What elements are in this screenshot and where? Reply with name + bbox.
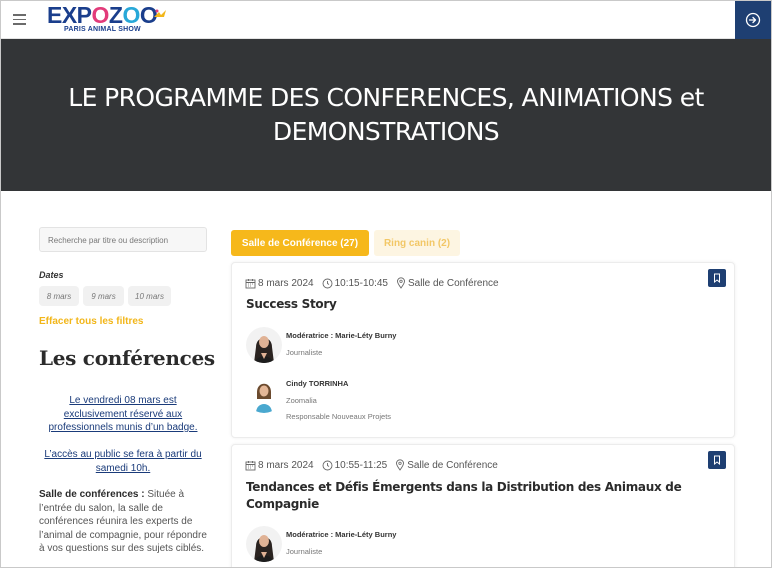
hamburger-icon[interactable]: [13, 14, 26, 25]
speaker-avatar: [246, 327, 282, 363]
calendar-icon: [245, 278, 256, 289]
date-filter-10-mars[interactable]: 10 mars: [128, 286, 171, 306]
dates-label: Dates: [39, 270, 64, 280]
bookmark-button[interactable]: [708, 269, 726, 287]
tab-salle-de-conference[interactable]: Salle de Conférence (27): [231, 230, 369, 256]
description-heading: Salle de conférences :: [39, 489, 145, 500]
event-date: 8 mars 2024: [258, 277, 314, 289]
event-location: Salle de Conférence: [407, 459, 498, 471]
logo-wordmark: EXPOZOO: [47, 2, 158, 28]
speaker-avatar: [246, 526, 282, 562]
public-access-notice-link[interactable]: L’accès au public se fera à partir du sa…: [39, 448, 207, 475]
professionals-notice-link[interactable]: Le vendredi 08 mars est exclusivement ré…: [39, 394, 207, 435]
speaker-name: Cindy TORRINHA: [286, 379, 349, 388]
event-meta: 8 mars 2024 10:55-11:25 Salle de Confére…: [245, 458, 498, 472]
clock-icon: [322, 278, 333, 289]
logo-animal-icon: [154, 9, 166, 17]
event-card[interactable]: 8 mars 2024 10:55-11:25 Salle de Confére…: [231, 444, 735, 567]
speaker-title: Responsable Nouveaux Projets: [286, 412, 392, 421]
logo-subtitle: PARIS ANIMAL SHOW: [64, 26, 141, 33]
bookmark-button[interactable]: [708, 451, 726, 469]
hero-banner: LE PROGRAMME DES CONFERENCES, ANIMATIONS…: [1, 39, 771, 191]
speaker-company: Zoomalia: [286, 396, 317, 405]
date-filter-9-mars[interactable]: 9 mars: [83, 286, 124, 306]
location-pin-icon: [395, 459, 405, 471]
sign-in-icon: [745, 12, 761, 28]
speaker-avatar: [246, 377, 282, 413]
search-input[interactable]: Recherche par titre ou description: [39, 227, 207, 252]
speaker-name: Modératrice : Marie-Léty Burny: [286, 530, 397, 539]
speaker-title: Journaliste: [286, 547, 323, 556]
bookmark-icon: [714, 273, 720, 283]
speaker-name: Modératrice : Marie-Léty Burny: [286, 331, 397, 340]
calendar-icon: [245, 460, 256, 471]
top-navbar: EXPOZOO PARIS ANIMAL SHOW: [1, 1, 771, 39]
clock-icon: [322, 460, 333, 471]
event-date: 8 mars 2024: [258, 459, 314, 471]
expozoo-logo[interactable]: EXPOZOO PARIS ANIMAL SHOW: [47, 4, 169, 36]
page: EXPOZOO PARIS ANIMAL SHOW LE PROGRAMME D…: [0, 0, 772, 568]
event-title: Tendances et Défis Émergents dans la Dis…: [246, 480, 682, 511]
location-pin-icon: [396, 277, 406, 289]
event-title: Success Story: [246, 297, 337, 311]
event-time: 10:15-10:45: [334, 277, 388, 289]
date-filter-8-mars[interactable]: 8 mars: [39, 286, 79, 306]
speaker-title: Journaliste: [286, 348, 323, 357]
event-location: Salle de Conférence: [407, 277, 499, 289]
tab-ring-canin[interactable]: Ring canin (2): [374, 230, 460, 256]
event-meta: 8 mars 2024 10:15-10:45 Salle de Confére…: [245, 276, 499, 290]
page-title: LE PROGRAMME DES CONFERENCES, ANIMATIONS…: [68, 83, 704, 146]
login-button[interactable]: [735, 1, 771, 39]
section-title: Les conférences: [39, 346, 215, 370]
bookmark-icon: [714, 455, 720, 465]
conference-room-description: Salle de conférences : Située à l’entrée…: [39, 488, 207, 556]
clear-filters-link[interactable]: Effacer tous les filtres: [39, 316, 143, 327]
event-time: 10:55-11:25: [334, 459, 388, 471]
event-card[interactable]: 8 mars 2024 10:15-10:45 Salle de Confére…: [231, 262, 735, 438]
